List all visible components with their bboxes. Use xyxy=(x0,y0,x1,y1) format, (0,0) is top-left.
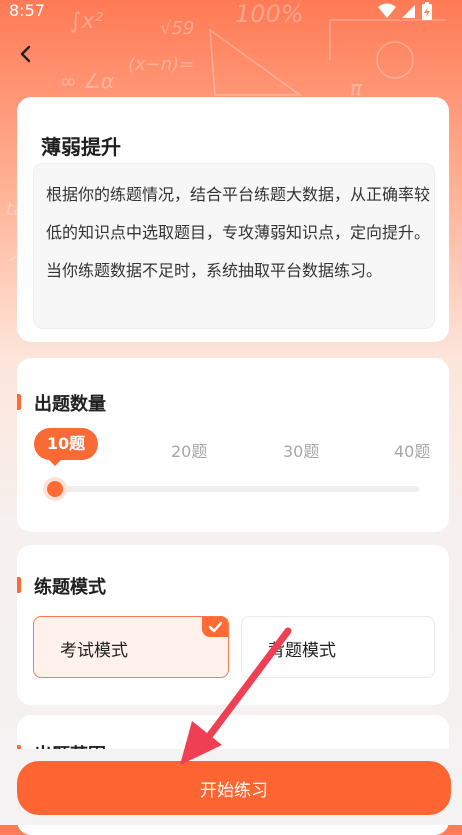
mode-option-exam-label: 考试模式 xyxy=(60,641,128,661)
wifi-icon xyxy=(378,3,396,18)
intro-description: 根据你的练题情况，结合平台练题大数据，从正确率较低的知识点中选取题目，专攻薄弱知… xyxy=(46,185,431,280)
status-bar: 8:57 xyxy=(0,0,462,24)
question-count-option-30[interactable]: 30题 xyxy=(283,438,319,462)
mode-option-memorize[interactable]: 背题模式 xyxy=(241,616,435,678)
intro-title: 薄弱提升 xyxy=(41,135,121,159)
start-practice-button[interactable]: 开始练习 xyxy=(17,761,451,815)
chevron-left-icon xyxy=(20,45,31,63)
mode-option-memorize-label: 背题模式 xyxy=(268,641,336,661)
intro-card: 薄弱提升 根据你的练题情况，结合平台练题大数据，从正确率较低的知识点中选取题目，… xyxy=(17,97,449,342)
selected-badge xyxy=(202,617,228,637)
question-count-card: 出题数量 10题 20题 30题 40题 xyxy=(17,358,449,532)
mode-option-exam[interactable]: 考试模式 xyxy=(33,616,229,678)
question-count-title: 出题数量 xyxy=(17,390,106,416)
svg-text:∞ ∠α: ∞ ∠α xyxy=(60,69,114,93)
question-count-slider-track[interactable] xyxy=(47,486,419,492)
practice-mode-card: 练题模式 考试模式 背题模式 xyxy=(17,545,449,705)
question-count-option-40[interactable]: 40题 xyxy=(394,438,430,462)
back-button[interactable] xyxy=(14,40,40,70)
signal-icon xyxy=(402,5,415,18)
status-time: 8:57 xyxy=(9,1,45,20)
battery-charging-icon xyxy=(422,2,432,20)
question-count-slider-thumb[interactable] xyxy=(47,481,63,497)
question-count-option-20[interactable]: 20题 xyxy=(171,438,207,462)
svg-text:(x−n)=: (x−n)= xyxy=(128,54,194,75)
practice-mode-title: 练题模式 xyxy=(17,573,106,599)
checkmark-icon xyxy=(208,621,223,633)
intro-description-box: 根据你的练题情况，结合平台练题大数据，从正确率较低的知识点中选取题目，专攻薄弱知… xyxy=(33,163,435,329)
question-count-option-10-selected[interactable]: 10题 xyxy=(34,428,98,466)
